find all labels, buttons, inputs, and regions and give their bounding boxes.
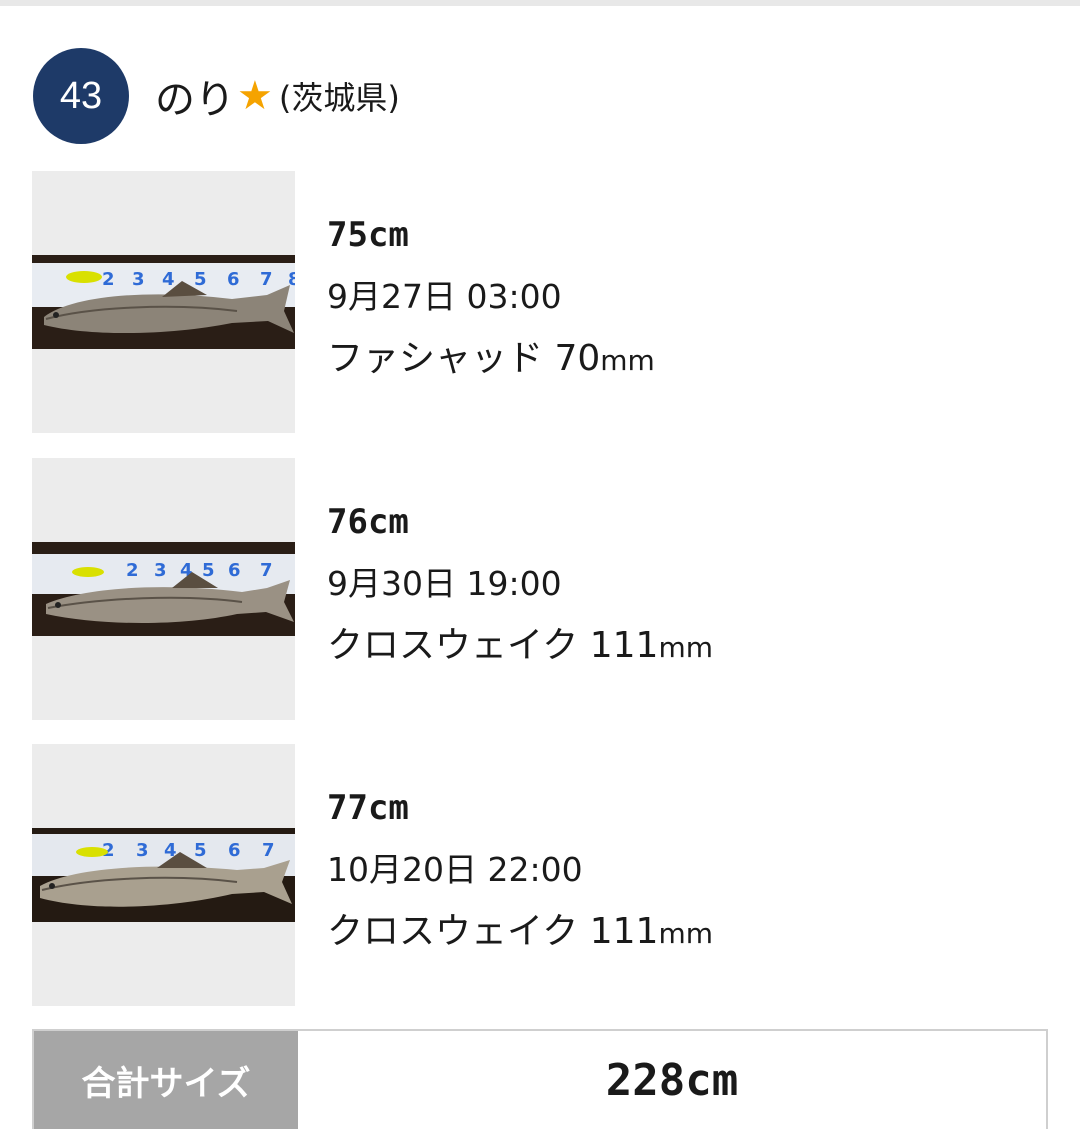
fish-photo-icon: 234 5678	[32, 255, 295, 349]
svg-text:3: 3	[154, 560, 167, 581]
catch-info: 76cm 9月30日 19:00 クロスウェイク 111mm	[327, 502, 713, 670]
angler-prefecture: (茨城県)	[278, 79, 400, 117]
lure-size: 111	[589, 625, 659, 666]
svg-text:7: 7	[260, 269, 273, 290]
svg-text:2: 2	[126, 560, 139, 581]
catch-lure: クロスウェイク 111mm	[327, 910, 713, 956]
catch-info: 75cm 9月27日 03:00 ファシャッド 70mm	[327, 215, 655, 383]
catch-entry: 234 5678 75cm 9月27日 03:00 ファシャッド 70mm	[32, 171, 1032, 433]
catch-info: 77cm 10月20日 22:00 クロスウェイク 111mm	[327, 788, 713, 956]
fish-photo-icon: 234 567	[32, 828, 295, 922]
lure-size: 111	[589, 911, 659, 952]
lure-size: 70	[554, 338, 601, 379]
lure-name: ファシャッド	[327, 338, 544, 379]
svg-text:5: 5	[202, 560, 215, 581]
catch-entry: 234 567 77cm 10月20日 22:00 クロスウェイク 111mm	[32, 744, 1032, 1006]
svg-text:6: 6	[228, 560, 241, 581]
catch-thumbnail[interactable]: 234 5678	[32, 171, 295, 433]
angler-info: のり ★ (茨城県)	[155, 67, 400, 125]
total-size-value: 228cm	[605, 1054, 739, 1106]
svg-text:7: 7	[260, 560, 273, 581]
star-icon: ★	[237, 73, 273, 119]
svg-text:3: 3	[132, 269, 145, 290]
top-divider	[0, 0, 1080, 6]
angler-name: のり	[155, 77, 235, 123]
catch-size: 75cm	[327, 215, 409, 255]
catch-datetime: 9月30日 19:00	[327, 564, 562, 603]
svg-text:5: 5	[194, 269, 207, 290]
catch-entry: 234 567 76cm 9月30日 19:00 クロスウェイク 111mm	[32, 458, 1032, 720]
svg-text:2: 2	[102, 269, 115, 290]
lure-unit: mm	[658, 631, 714, 664]
catch-lure: クロスウェイク 111mm	[327, 624, 713, 670]
catch-thumbnail[interactable]: 234 567	[32, 744, 295, 1006]
svg-text:6: 6	[227, 269, 240, 290]
svg-text:4: 4	[162, 269, 175, 290]
lure-unit: mm	[658, 917, 714, 950]
fish-photo-icon: 234 567	[32, 542, 295, 636]
catch-thumbnail[interactable]: 234 567	[32, 458, 295, 720]
rank-number: 43	[59, 74, 103, 117]
svg-text:6: 6	[228, 840, 241, 861]
lure-name: クロスウェイク	[327, 911, 579, 952]
rank-badge: 43	[33, 48, 129, 144]
svg-text:5: 5	[194, 840, 207, 861]
catch-lure: ファシャッド 70mm	[327, 337, 655, 383]
svg-text:7: 7	[262, 840, 275, 861]
lure-name: クロスウェイク	[327, 625, 579, 666]
catch-datetime: 9月27日 03:00	[327, 277, 562, 316]
svg-text:3: 3	[136, 840, 149, 861]
catch-datetime: 10月20日 22:00	[327, 850, 583, 889]
angler-header: 43 のり ★ (茨城県)	[33, 48, 400, 144]
total-size-row: 合計サイズ 228cm	[32, 1029, 1048, 1129]
total-size-label: 合計サイズ	[34, 1031, 298, 1129]
catch-size: 76cm	[327, 502, 409, 542]
lure-unit: mm	[600, 344, 655, 377]
catch-size: 77cm	[327, 788, 409, 828]
